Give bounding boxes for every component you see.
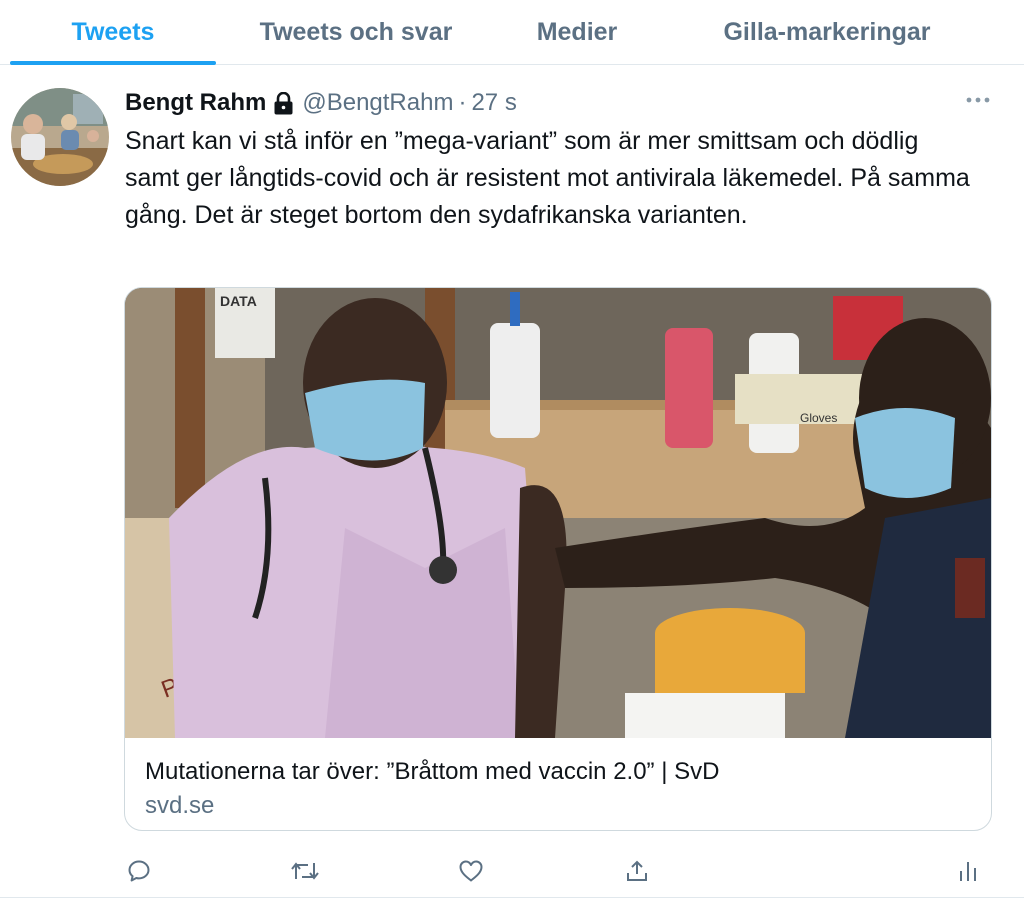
separator-dot: · bbox=[458, 89, 467, 116]
profile-tabs: Tweets Tweets och svar Medier Gilla-mark… bbox=[0, 0, 1024, 65]
tab-likes[interactable]: Gilla-markeringar bbox=[696, 0, 958, 64]
tab-tweets-label: Tweets bbox=[71, 17, 155, 46]
link-card-domain: svd.se bbox=[145, 792, 215, 819]
tweet-text: Snart kan vi stå inför en ”mega-variant”… bbox=[125, 127, 970, 229]
tab-tweets-and-replies[interactable]: Tweets och svar bbox=[236, 0, 476, 64]
share-icon[interactable] bbox=[617, 851, 657, 891]
tab-likes-label: Gilla-markeringar bbox=[723, 17, 931, 46]
author-name[interactable]: Bengt Rahm bbox=[125, 89, 266, 117]
avatar-photo bbox=[11, 88, 109, 186]
reply-icon[interactable] bbox=[119, 851, 159, 891]
card-image-sign-data: DATA bbox=[220, 293, 257, 309]
lock-icon bbox=[273, 91, 294, 115]
author-handle[interactable]: @BengtRahm bbox=[302, 89, 453, 117]
card-image-sign-gloves: Gloves bbox=[800, 411, 837, 425]
avatar[interactable] bbox=[11, 88, 109, 186]
tab-tweets[interactable]: Tweets bbox=[10, 0, 216, 65]
retweet-icon[interactable] bbox=[285, 851, 325, 891]
tab-tweets-and-replies-label: Tweets och svar bbox=[259, 17, 453, 46]
tweet-header: Bengt Rahm @BengtRahm · 27 s bbox=[125, 87, 517, 119]
link-card-title: Mutationerna tar över: ”Bråttom med vacc… bbox=[145, 758, 720, 785]
link-card[interactable]: DATA Phut Gloves bbox=[124, 287, 992, 831]
more-options-icon[interactable] bbox=[958, 85, 998, 115]
tweet[interactable]: Bengt Rahm @BengtRahm · 27 s Snart kan v… bbox=[0, 65, 1024, 898]
link-card-image: DATA Phut Gloves bbox=[125, 288, 991, 738]
tweet-timestamp[interactable]: 27 s bbox=[471, 89, 516, 117]
analytics-icon[interactable] bbox=[948, 851, 988, 891]
tweet-actions bbox=[0, 851, 1024, 891]
tab-media[interactable]: Medier bbox=[516, 0, 638, 64]
tab-media-label: Medier bbox=[536, 17, 618, 46]
like-icon[interactable] bbox=[451, 851, 491, 891]
